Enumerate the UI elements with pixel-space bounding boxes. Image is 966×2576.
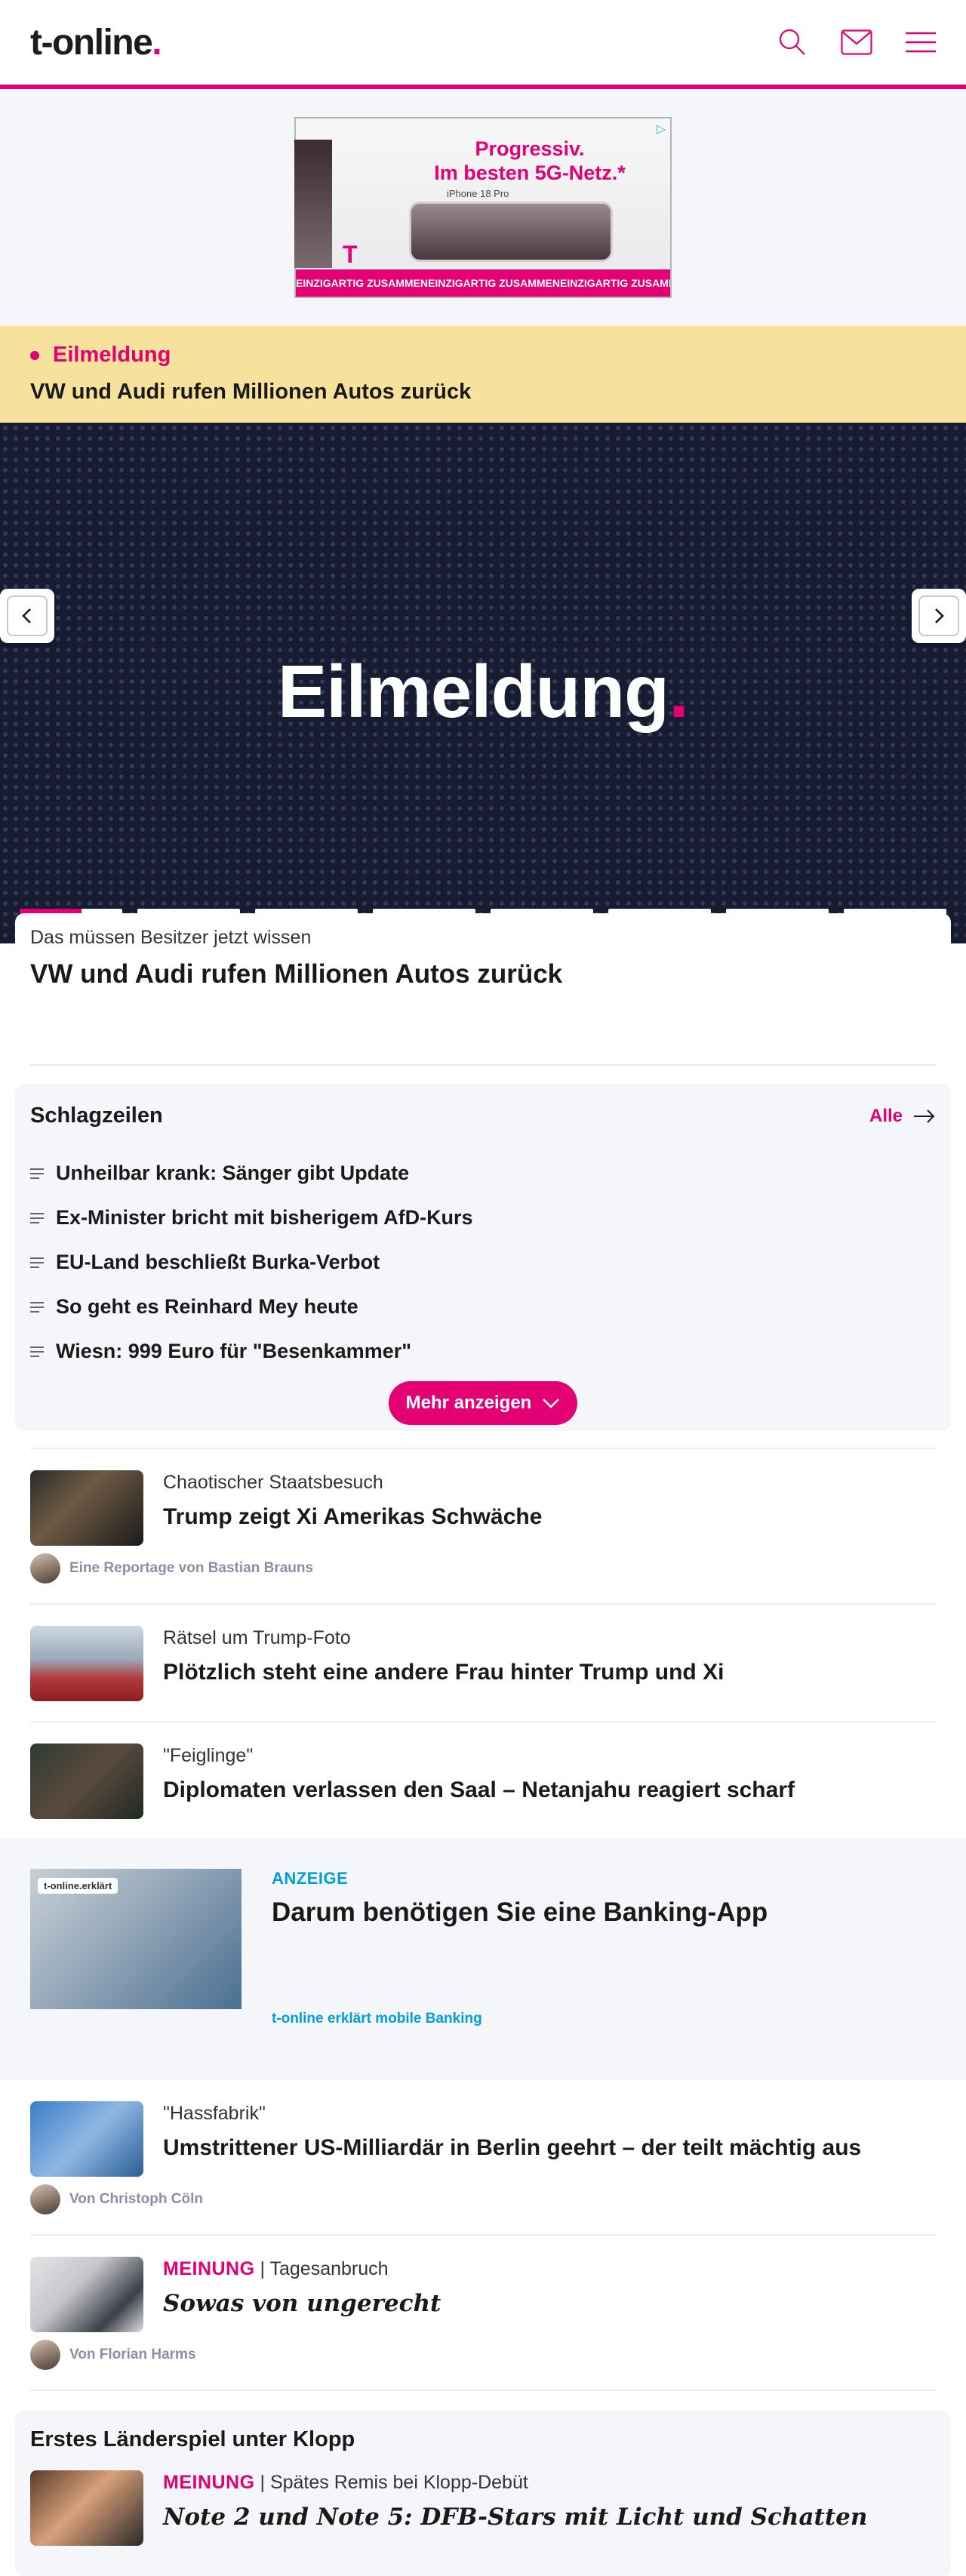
article-title[interactable]: Diplomaten verlassen den Saal – Netanjah… (163, 1776, 795, 1805)
mail-icon[interactable] (841, 29, 872, 55)
article-thumbnail[interactable] (30, 1470, 143, 1546)
article-title[interactable]: Umstrittener US-Milliardär in Berlin gee… (163, 2134, 861, 2162)
article-thumbnail[interactable] (30, 2257, 143, 2332)
headline-item[interactable]: Wiesn: 999 Euro für "Besenkammer" (30, 1329, 936, 1374)
article-teaser[interactable]: "Hassfabrik" Umstrittener US-Milliardär … (0, 2080, 966, 2196)
sponsored-teaser[interactable]: t-online.erklärt ANZEIGE Darum benötigen… (0, 1839, 966, 2080)
hero-title: Eilmeldung. (277, 650, 689, 733)
text-lines-icon (30, 1168, 44, 1179)
article-title[interactable]: Sowas von ungerecht (163, 2289, 441, 2318)
article-kicker: MEINUNG | Tagesanbruch (163, 2258, 389, 2279)
text-lines-icon (30, 1346, 44, 1357)
sponsored-image-tag: t-online.erklärt (38, 1878, 118, 1894)
chevron-left-icon (22, 608, 31, 623)
headlines-title: Schlagzeilen (30, 1103, 163, 1128)
ad-phone-label: iPhone 18 Pro (447, 188, 509, 199)
menu-icon[interactable] (906, 31, 936, 54)
chevron-down-icon (543, 1399, 560, 1408)
text-lines-icon (30, 1257, 44, 1268)
headlines-all-link[interactable]: Alle (869, 1106, 936, 1127)
headline-item[interactable]: Unheilbar krank: Sänger gibt Update (30, 1151, 936, 1196)
breaking-title[interactable]: VW und Audi rufen Millionen Autos zurück (30, 380, 936, 405)
ad-label: ANZEIGE (272, 1869, 349, 1888)
ad-slogan: Progressiv. Im besten 5G-Netz.* (434, 137, 626, 184)
hero-carousel[interactable]: Eilmeldung. (0, 423, 966, 943)
article-teaser[interactable]: MEINUNG | Tagesanbruch Sowas von ungerec… (0, 2236, 966, 2352)
article-teaser[interactable]: Chaotischer Staatsbesuch Trump zeigt Xi … (0, 1449, 966, 1565)
carousel-prev-button[interactable] (0, 589, 54, 643)
article-kicker: Chaotischer Staatsbesuch (163, 1472, 383, 1493)
search-icon[interactable] (777, 27, 808, 57)
hero-kicker: Das müssen Besitzer jetzt wissen (30, 927, 312, 948)
chevron-right-icon (935, 608, 944, 623)
article-kicker: "Feiglinge" (163, 1745, 254, 1766)
section-title: Erstes Länderspiel unter Klopp (30, 2427, 355, 2451)
headline-text[interactable]: EU-Land beschließt Burka-Verbot (56, 1251, 380, 1274)
headline-text[interactable]: Ex-Minister bricht mit bisherigem AfD-Ku… (56, 1206, 473, 1230)
text-lines-icon (30, 1212, 44, 1223)
carousel-next-button[interactable] (912, 589, 966, 643)
logo[interactable]: t-online. (30, 22, 162, 63)
article-thumbnail[interactable] (30, 1743, 143, 1819)
topic-section: Erstes Länderspiel unter Klopp MEINUNG |… (15, 2411, 951, 2576)
article-teaser[interactable]: "Feiglinge" Diplomaten verlassen den Saa… (0, 1722, 966, 1839)
article-title[interactable]: Trump zeigt Xi Amerikas Schwäche (163, 1503, 542, 1531)
header-icons (777, 27, 936, 57)
ad-phone-side-image (294, 140, 332, 268)
hero-card[interactable]: Das müssen Besitzer jetzt wissen VW und … (15, 913, 951, 1064)
divider (30, 1064, 936, 1066)
headline-item[interactable]: EU-Land beschließt Burka-Verbot (30, 1240, 936, 1285)
article-title[interactable]: Plötzlich steht eine andere Frau hinter … (163, 1658, 724, 1687)
article-teaser[interactable]: Rätsel um Trump-Foto Plötzlich steht ein… (0, 1605, 966, 1721)
show-more-button[interactable]: Mehr anzeigen (389, 1381, 577, 1425)
sponsored-image[interactable]: t-online.erklärt (30, 1869, 242, 2009)
telekom-logo: T (343, 241, 358, 268)
headline-text[interactable]: So geht es Reinhard Mey heute (56, 1295, 358, 1319)
ad-choices-icon[interactable]: ▷ (657, 122, 666, 137)
ad-banner[interactable]: ▷ Progressiv. Im besten 5G-Netz.* iPhone… (294, 117, 672, 298)
sponsored-source[interactable]: t-online erklärt mobile Banking (272, 2011, 768, 2027)
hero-headline[interactable]: VW und Audi rufen Millionen Autos zurück (30, 959, 936, 989)
article-teaser[interactable]: MEINUNG | Spätes Remis bei Klopp-Debüt N… (30, 2452, 936, 2546)
headline-item[interactable]: So geht es Reinhard Mey heute (30, 1285, 936, 1329)
headline-list: Unheilbar krank: Sänger gibt Update Ex-Mi… (30, 1151, 936, 1374)
ad-band: EINZIGARTIG ZUSAMMEN EINZIGARTIG ZUSAMME… (296, 269, 670, 297)
article-thumbnail[interactable] (30, 1626, 143, 1701)
headline-item[interactable]: Ex-Minister bricht mit bisherigem AfD-Ku… (30, 1196, 936, 1240)
article-kicker: "Hassfabrik" (163, 2103, 266, 2124)
headlines-box: Schlagzeilen Alle Unheilbar krank: Sänge… (15, 1084, 951, 1431)
article-thumbnail[interactable] (30, 2101, 143, 2177)
top-advertisement[interactable]: ▷ Progressiv. Im besten 5G-Netz.* iPhone… (0, 89, 966, 326)
article-title[interactable]: Note 2 und Note 5: DFB-Stars mit Licht u… (163, 2503, 867, 2531)
breaking-label: Eilmeldung (30, 343, 936, 368)
breaking-news-banner[interactable]: Eilmeldung VW und Audi rufen Millionen A… (0, 326, 966, 423)
arrow-right-icon (914, 1109, 935, 1123)
sponsored-title[interactable]: Darum benötigen Sie eine Banking-App (272, 1897, 768, 1928)
live-dot-icon (30, 350, 39, 360)
article-kicker: MEINUNG | Spätes Remis bei Klopp-Debüt (163, 2472, 528, 2493)
headline-text[interactable]: Wiesn: 999 Euro für "Besenkammer" (56, 1340, 411, 1363)
text-lines-icon (30, 1301, 44, 1313)
headline-text[interactable]: Unheilbar krank: Sänger gibt Update (56, 1162, 409, 1185)
article-thumbnail[interactable] (30, 2470, 143, 2546)
divider (30, 2390, 936, 2391)
article-kicker: Rätsel um Trump-Foto (163, 1627, 351, 1648)
ad-phone-image (409, 202, 613, 262)
site-header: t-online. (0, 0, 966, 89)
